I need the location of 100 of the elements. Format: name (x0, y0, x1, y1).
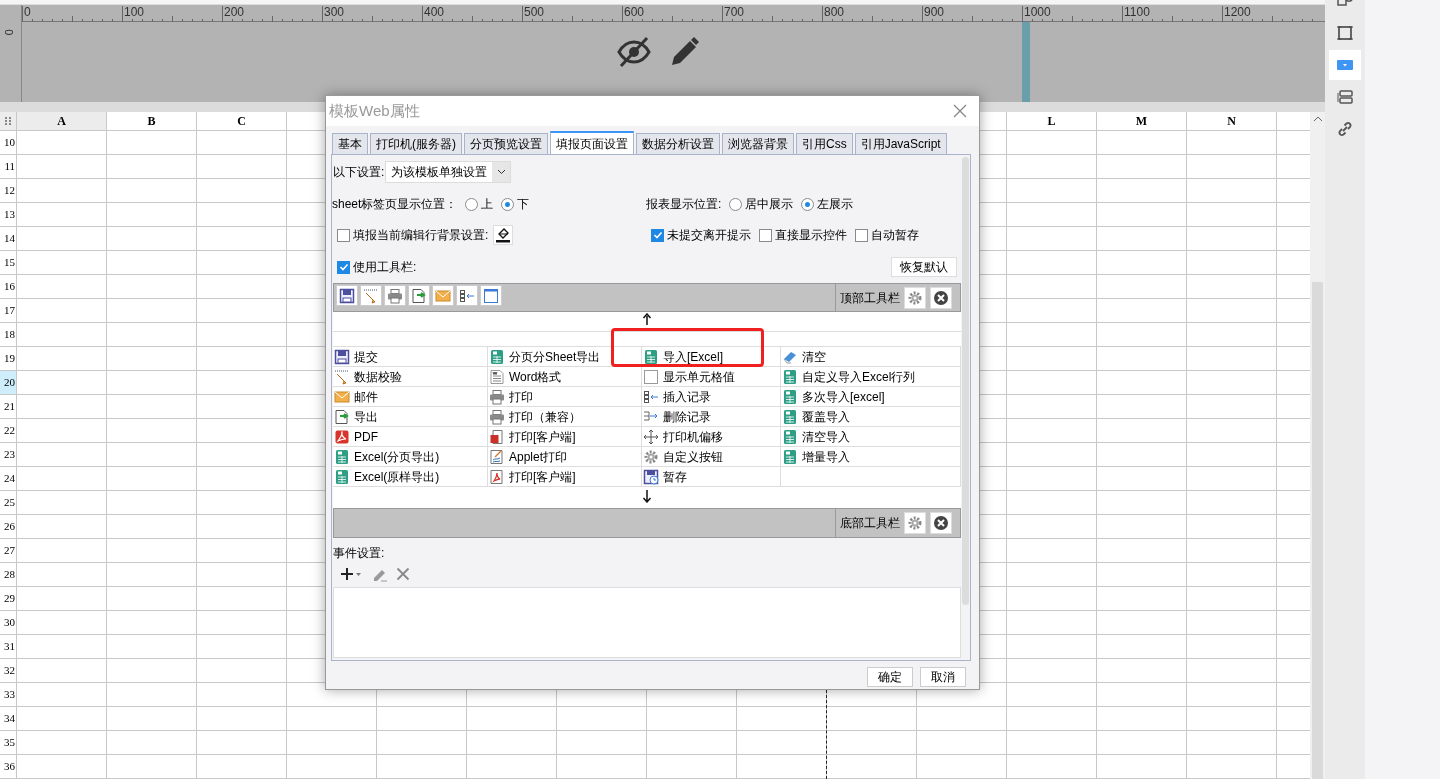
ruler-label: 200 (224, 5, 245, 19)
toolbar-option[interactable]: 打印[客户端] (488, 427, 642, 447)
tab[interactable]: 填报页面设置 (550, 131, 634, 154)
fill-color-button[interactable] (493, 225, 514, 245)
toolbar-option[interactable]: 打印[客户端] (488, 467, 642, 487)
column-header[interactable]: A (17, 112, 107, 130)
toolbar-option[interactable]: 打印 (488, 387, 642, 407)
panel-tool[interactable] (1329, 50, 1361, 80)
spreadsheet-icon (334, 448, 350, 465)
tab[interactable]: 分页预览设置 (464, 133, 548, 154)
ruler-label: 900 (924, 5, 945, 19)
toolbar-option[interactable]: 清空 (781, 347, 961, 367)
toolbar-option[interactable]: 数据校验 (333, 367, 488, 387)
tab[interactable]: 浏览器背景 (722, 133, 794, 154)
toolbar-option[interactable]: PDF (333, 427, 488, 447)
spreadsheet-icon (489, 348, 505, 365)
toolbar-option[interactable]: 邮件 (333, 387, 488, 407)
toolbar-option[interactable]: 打印（兼容） (488, 407, 642, 427)
tab[interactable]: 基本 (332, 133, 368, 154)
ruler-label: 300 (324, 5, 345, 19)
field-label: sheet标签页显示位置： (332, 196, 458, 213)
scrollbar[interactable] (1310, 112, 1325, 779)
close-icon[interactable] (953, 104, 967, 118)
toolbar-button[interactable] (360, 285, 382, 306)
tab[interactable]: 引用JavaScript (854, 133, 947, 154)
checkbox[interactable] (759, 228, 772, 242)
toolbar-option[interactable]: 插入记录 (642, 387, 781, 407)
toolbar-option[interactable]: 自定义导入Excel行列 (781, 367, 961, 387)
ruler-label: 700 (724, 5, 745, 19)
toolbar-option[interactable]: 多次导入[excel] (781, 387, 961, 407)
arrow-down-icon (642, 490, 652, 503)
scroll-up-icon[interactable] (1312, 116, 1323, 122)
toolbar-option[interactable]: Word格式 (488, 367, 642, 387)
field-label: 以下设置: (333, 164, 385, 181)
radio-label: 下 (517, 196, 530, 213)
arrow-up-icon (642, 313, 652, 325)
checkbox-label: 自动暂存 (871, 227, 919, 244)
envelope-icon (435, 287, 451, 304)
close-button[interactable] (930, 512, 952, 534)
toolbar-option[interactable]: 导出 (333, 407, 488, 427)
toolbar-option[interactable]: 清空导入 (781, 427, 961, 447)
field-label: 报表显示位置: (646, 196, 722, 213)
ruler-label: 1000 (1024, 5, 1051, 19)
tab[interactable]: 数据分析设置 (636, 133, 720, 154)
radio-button[interactable] (501, 197, 515, 211)
toolbar-option[interactable]: Applet打印 (488, 447, 642, 467)
checkbox[interactable] (337, 260, 350, 274)
toolbar-option[interactable]: 自定义按钮 (642, 447, 781, 467)
checkbox-label: 直接显示控件 (775, 227, 847, 244)
dialog-button[interactable]: 确定 (867, 667, 913, 687)
toolbar-button[interactable] (480, 285, 502, 306)
toolbar-option[interactable]: 增量导入 (781, 447, 961, 467)
scope-dropdown[interactable]: 为该模板单独设置 (385, 161, 512, 183)
dialog-button[interactable]: 取消 (920, 667, 966, 687)
tab[interactable]: 打印机(服务器) (370, 133, 462, 154)
toolbar-option[interactable]: 删除记录 (642, 407, 781, 427)
checkbox[interactable] (855, 228, 868, 242)
checkbox[interactable] (337, 228, 350, 242)
spreadsheet-icon (782, 368, 798, 385)
toolbar-option[interactable]: 导入[Excel] (642, 347, 781, 367)
radio-button[interactable] (729, 197, 743, 211)
envelope-icon (334, 388, 350, 405)
toolbar-button[interactable] (456, 285, 478, 306)
pencil-icon[interactable] (669, 36, 699, 68)
toolbar-option[interactable]: 提交 (333, 347, 488, 367)
checkbox-label: 未提交离开提示 (667, 227, 751, 244)
pencil-icon (334, 368, 350, 385)
toolbar-option[interactable]: 暂存 (642, 467, 781, 487)
frame-icon (1336, 24, 1354, 42)
toolbar-option[interactable]: 分页分Sheet导出 (488, 347, 642, 367)
close-button[interactable] (930, 286, 952, 309)
blank-cell-icon (643, 368, 659, 385)
radio-button[interactable] (801, 197, 815, 211)
close-icon (933, 289, 949, 306)
insert-row-icon (459, 287, 475, 304)
document-badge-icon (489, 428, 505, 445)
toolbar-button[interactable] (408, 285, 430, 306)
toolbar-option[interactable]: Excel(原样导出) (333, 467, 488, 487)
spreadsheet-icon (782, 388, 798, 405)
window-icon (483, 287, 499, 304)
toolbar-option[interactable]: 打印机偏移 (642, 427, 781, 447)
radio-button[interactable] (465, 197, 479, 211)
row-number[interactable]: 20 (0, 371, 17, 394)
section-label: 事件设置: (333, 545, 385, 562)
ruler-label: 400 (424, 5, 445, 19)
hidden-eye-icon[interactable] (617, 36, 651, 68)
restore-defaults-button[interactable]: 恢复默认 (891, 257, 957, 277)
tab[interactable]: 引用Css (796, 133, 853, 154)
grip-icon[interactable] (4, 116, 12, 126)
gear-icon (643, 448, 659, 465)
add-dropdown-icon[interactable] (340, 567, 364, 581)
toolbar-option[interactable]: 显示单元格值 (642, 367, 781, 387)
toolbar-option[interactable]: 覆盖导入 (781, 407, 961, 427)
checkbox[interactable] (651, 228, 664, 242)
scrollbar-thumb[interactable] (962, 157, 969, 605)
toolbar-option[interactable]: Excel(分页导出) (333, 447, 488, 467)
toolbar-button[interactable] (384, 285, 406, 306)
close-icon[interactable] (396, 567, 410, 581)
toolbar-button[interactable] (336, 285, 358, 306)
ruler-label: 600 (624, 5, 645, 19)
